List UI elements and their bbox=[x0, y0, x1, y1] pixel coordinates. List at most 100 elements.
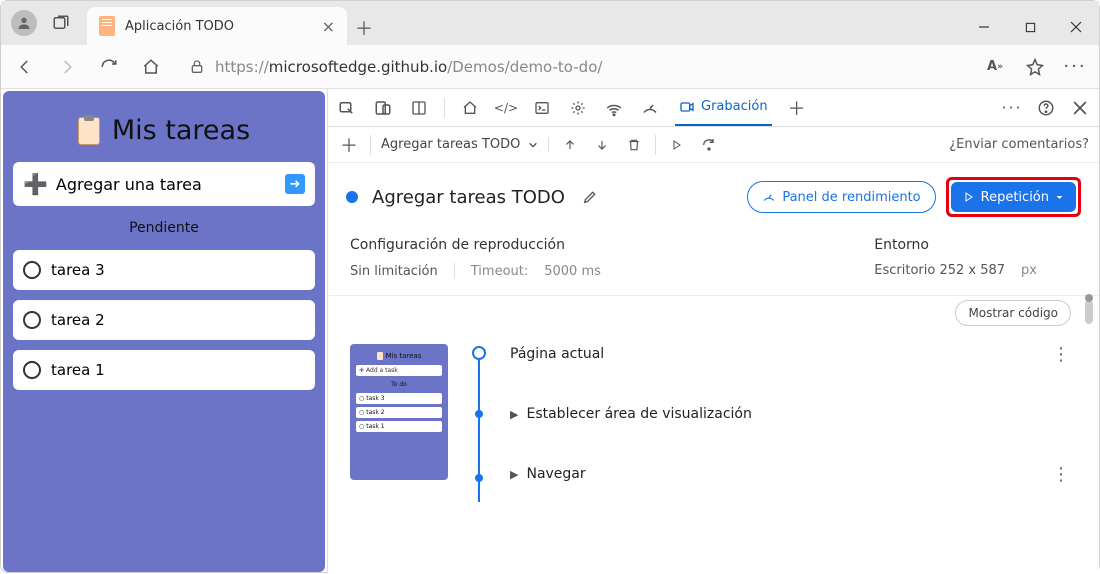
edit-title-icon[interactable] bbox=[579, 186, 601, 208]
task-item[interactable]: tarea 1 bbox=[13, 350, 315, 390]
steps-area: Mostrar código Mis tareas ✚ Add a task T… bbox=[328, 296, 1099, 574]
sources-tab-icon[interactable] bbox=[567, 97, 589, 119]
replay-settings-header: Configuración de reproducción bbox=[350, 237, 601, 253]
throttle-value[interactable]: Sin limitación bbox=[350, 264, 438, 279]
recording-title: Agregar tareas TODO bbox=[372, 187, 565, 208]
recorder-tab-label: Grabación bbox=[701, 99, 768, 114]
timeline-node-icon bbox=[475, 474, 483, 482]
timeout-label: Timeout: bbox=[471, 264, 528, 279]
recorder-toolbar: ＋ Agregar tareas TODO ¿Enviar comentario… bbox=[328, 127, 1099, 163]
read-aloud-icon[interactable]: A» bbox=[979, 51, 1011, 83]
recording-dropdown[interactable]: Agregar tareas TODO bbox=[381, 137, 549, 152]
task-label: tarea 2 bbox=[51, 311, 105, 329]
step-label: Establecer área de visualización bbox=[526, 406, 751, 422]
todo-app: Mis tareas ➕ Agregar una tarea ➜ Pendien… bbox=[3, 91, 325, 572]
refresh-button[interactable] bbox=[93, 51, 125, 83]
new-tab-button[interactable]: ＋ bbox=[347, 11, 381, 45]
devtools-close-icon[interactable] bbox=[1069, 97, 1091, 119]
import-icon[interactable] bbox=[591, 134, 613, 156]
step-play-icon[interactable] bbox=[666, 134, 688, 156]
environment-header: Entorno bbox=[874, 237, 1037, 253]
task-item[interactable]: tarea 3 bbox=[13, 250, 315, 290]
url-text: https://microsoftedge.github.io/Demos/de… bbox=[215, 58, 602, 76]
device-toggle-icon[interactable] bbox=[372, 97, 394, 119]
browser-tab[interactable]: Aplicación TODO × bbox=[87, 7, 347, 45]
screenshot-thumbnail[interactable]: Mis tareas ✚ Add a task To do ○ task 3 ○… bbox=[350, 344, 448, 480]
task-checkbox-icon[interactable] bbox=[23, 261, 41, 279]
browser-menu-icon[interactable]: ··· bbox=[1059, 51, 1091, 83]
clipboard-icon bbox=[78, 117, 100, 145]
console-tab-icon[interactable] bbox=[531, 97, 553, 119]
timeout-value[interactable]: 5000 ms bbox=[544, 264, 601, 279]
dock-icon[interactable] bbox=[408, 97, 430, 119]
replay-settings: Configuración de reproducción Sin limita… bbox=[328, 231, 1099, 296]
task-item[interactable]: tarea 2 bbox=[13, 300, 315, 340]
more-tabs-icon[interactable]: ＋ bbox=[786, 97, 808, 119]
profile-icon[interactable] bbox=[11, 10, 37, 36]
environment-unit: px bbox=[1021, 263, 1037, 278]
devtools-menu-icon[interactable]: ··· bbox=[1001, 97, 1023, 119]
tab-title: Aplicación TODO bbox=[125, 19, 312, 34]
network-tab-icon[interactable] bbox=[603, 97, 625, 119]
tab-actions-icon[interactable] bbox=[51, 13, 71, 33]
url-field[interactable]: https://microsoftedge.github.io/Demos/de… bbox=[177, 51, 969, 83]
devtools-tabstrip: </> Grabación ＋ ··· bbox=[328, 89, 1099, 127]
window-close-button[interactable] bbox=[1053, 9, 1099, 45]
home-button[interactable] bbox=[135, 51, 167, 83]
favorite-icon[interactable] bbox=[1019, 51, 1051, 83]
step-current-page[interactable]: Página actual ⋮ bbox=[510, 346, 1077, 362]
pending-label: Pendiente bbox=[13, 216, 315, 240]
add-task-placeholder: Agregar una tarea bbox=[56, 175, 202, 194]
recording-dropdown-label: Agregar tareas TODO bbox=[381, 137, 520, 152]
performance-tab-icon[interactable] bbox=[639, 97, 661, 119]
browser-titlebar: Aplicación TODO × ＋ bbox=[1, 1, 1099, 45]
recorder-tab[interactable]: Grabación bbox=[675, 89, 772, 126]
performance-panel-label: Panel de rendimiento bbox=[782, 190, 920, 205]
step-set-viewport[interactable]: ▶ Establecer área de visualización bbox=[510, 406, 1077, 422]
inspect-icon[interactable] bbox=[336, 97, 358, 119]
replay-button-highlight: Repetición bbox=[946, 177, 1081, 217]
scrollbar-thumb[interactable] bbox=[1085, 300, 1093, 324]
plus-icon: ➕ bbox=[23, 172, 48, 196]
task-checkbox-icon[interactable] bbox=[23, 311, 41, 329]
timeline-line bbox=[472, 344, 486, 482]
performance-panel-button[interactable]: Panel de rendimiento bbox=[747, 181, 935, 213]
help-icon[interactable] bbox=[1035, 97, 1057, 119]
replay-button-label: Repetición bbox=[981, 190, 1049, 205]
submit-arrow-icon[interactable]: ➜ bbox=[285, 174, 305, 194]
step-label: Página actual bbox=[510, 346, 604, 362]
step-navigate[interactable]: ▶ Navegar ⋮ bbox=[510, 466, 1077, 482]
elements-tab-icon[interactable]: </> bbox=[495, 97, 517, 119]
recording-status-icon bbox=[346, 191, 358, 203]
feedback-link[interactable]: ¿Enviar comentarios? bbox=[949, 137, 1089, 152]
site-info-icon[interactable] bbox=[189, 59, 205, 75]
expand-icon[interactable]: ▶ bbox=[510, 408, 518, 421]
welcome-tab-icon[interactable] bbox=[459, 97, 481, 119]
task-label: tarea 1 bbox=[51, 361, 105, 379]
tab-favicon-icon bbox=[99, 16, 115, 36]
back-button[interactable] bbox=[9, 51, 41, 83]
forward-button bbox=[51, 51, 83, 83]
app-title: Mis tareas bbox=[13, 101, 315, 152]
step-over-icon[interactable] bbox=[698, 134, 720, 156]
timeline-node-icon bbox=[475, 410, 483, 418]
task-checkbox-icon[interactable] bbox=[23, 361, 41, 379]
step-menu-icon[interactable]: ⋮ bbox=[1052, 464, 1069, 485]
recording-header: Agregar tareas TODO Panel de rendimiento… bbox=[328, 163, 1099, 231]
timeline-node-icon bbox=[472, 346, 486, 360]
task-label: tarea 3 bbox=[51, 261, 105, 279]
tab-close-icon[interactable]: × bbox=[322, 17, 335, 36]
devtools-panel: </> Grabación ＋ ··· ＋ Agregar tareas TOD… bbox=[327, 89, 1099, 574]
add-task-input[interactable]: ➕ Agregar una tarea ➜ bbox=[13, 162, 315, 206]
step-label: Navegar bbox=[526, 466, 585, 482]
show-code-button[interactable]: Mostrar código bbox=[955, 300, 1071, 326]
step-menu-icon[interactable]: ⋮ bbox=[1052, 344, 1069, 365]
delete-icon[interactable] bbox=[623, 134, 645, 156]
new-recording-icon[interactable]: ＋ bbox=[338, 134, 360, 156]
export-icon[interactable] bbox=[559, 134, 581, 156]
expand-icon[interactable]: ▶ bbox=[510, 468, 518, 481]
replay-button[interactable]: Repetición bbox=[951, 182, 1076, 212]
window-maximize-button[interactable] bbox=[1007, 9, 1053, 45]
address-bar: https://microsoftedge.github.io/Demos/de… bbox=[1, 45, 1099, 89]
window-minimize-button[interactable] bbox=[961, 9, 1007, 45]
